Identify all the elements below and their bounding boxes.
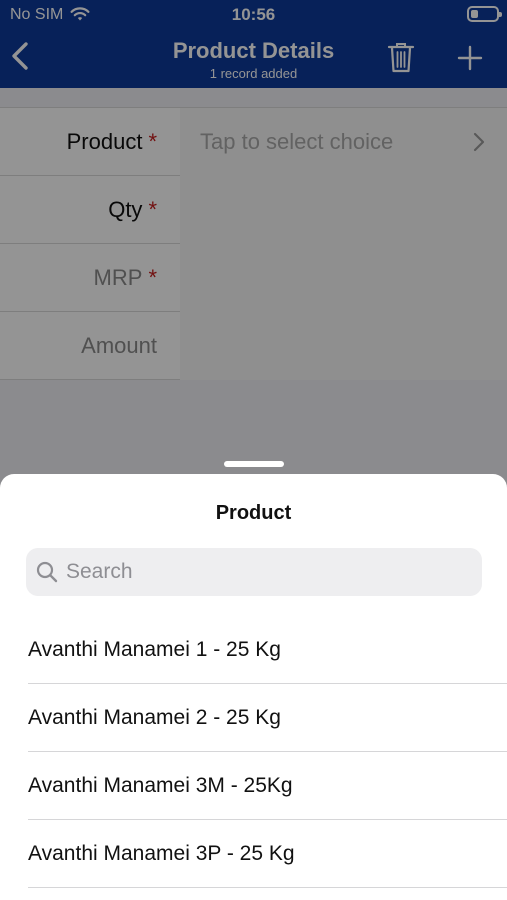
list-item[interactable]: Avanthi Manamei 1 - 25 Kg <box>28 616 507 684</box>
sheet-grabber[interactable] <box>224 461 284 467</box>
search-placeholder: Search <box>66 560 133 583</box>
list-item-label: Avanthi Manamei 1 - 25 Kg <box>28 638 281 661</box>
sheet-title: Product <box>215 502 292 524</box>
list-item[interactable]: Avanthi Manamei 3P - 25 Kg <box>28 820 507 888</box>
product-picker-sheet: Product Search Avanthi Manamei 1 - 25 Kg… <box>0 474 507 900</box>
list-item[interactable]: Avanthi Manamei 2 - 25 Kg <box>28 684 507 752</box>
search-input[interactable]: Search <box>26 548 482 596</box>
list-item[interactable]: Avanthi Manamei 3M - 25Kg <box>28 752 507 820</box>
list-item-label: Avanthi Manamei 3M - 25Kg <box>28 774 293 797</box>
product-list: Avanthi Manamei 1 - 25 Kg Avanthi Maname… <box>0 616 507 888</box>
list-item-label: Avanthi Manamei 2 - 25 Kg <box>28 706 281 729</box>
list-item-label: Avanthi Manamei 3P - 25 Kg <box>28 842 295 865</box>
search-icon <box>36 561 58 583</box>
